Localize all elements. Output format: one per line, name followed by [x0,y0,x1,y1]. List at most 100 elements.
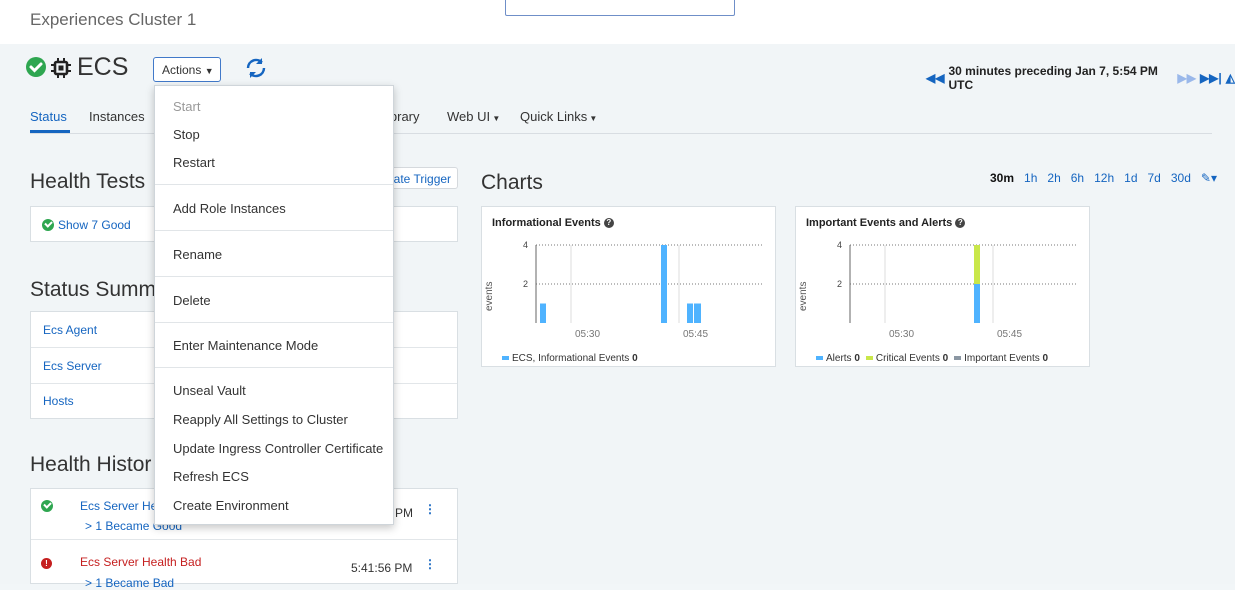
important-events-chart: Important Events and Alerts? events 2 4 05… [795,206,1090,367]
y-tick-label: 2 [523,279,528,289]
actions-dropdown-menu: Start Stop Restart Add Role Instances Re… [154,85,394,525]
range-1d[interactable]: 1d [1124,171,1137,185]
range-30m[interactable]: 30m [990,171,1014,185]
legend-swatch [816,356,823,360]
active-tab-indicator [30,130,70,133]
chart-bar[interactable] [540,303,546,324]
chart-time-ranges: 30m 1h 2h 6h 12h 1d 7d 30d ✎▾ [990,171,1217,185]
menu-item-update-ingress-controller-certificate[interactable]: Update Ingress Controller Certificate [173,441,383,456]
menu-item-delete[interactable]: Delete [173,293,211,308]
legend-item-important: Important Events 0 [954,353,1048,364]
forward-icon[interactable]: ▶▶ [1177,71,1195,85]
show-good-label: Show 7 Good [58,218,131,232]
legend-item-critical: Critical Events 0 [865,353,949,364]
history-row-title[interactable]: Ecs Server Health Bad [80,555,201,569]
legend-label: Important Events [964,353,1040,364]
chart-bar[interactable] [974,284,980,323]
check-icon [42,219,54,231]
menu-item-start[interactable]: Start [173,99,200,114]
menu-item-stop[interactable]: Stop [173,127,200,142]
x-tick-label: 05:30 [575,329,600,340]
top-bar: Experiences Cluster 1 [0,0,1235,44]
x-tick-label: 05:30 [889,329,914,340]
chart-legend: Alerts 0 Critical Events 0 Important Eve… [816,353,1048,364]
legend-item-alerts: Alerts 0 [816,353,860,364]
menu-item-enter-maintenance-mode[interactable]: Enter Maintenance Mode [173,338,318,353]
tab-quick-links-label: Quick Links [520,109,588,124]
range-12h[interactable]: 12h [1094,171,1114,185]
history-row [41,499,57,513]
top-search-input[interactable] [505,0,735,16]
chevron-down-icon: ▼ [587,114,598,123]
menu-divider [155,276,393,277]
check-icon [41,500,53,512]
chart-bar[interactable] [974,245,980,284]
more-options-icon[interactable]: ⋮ [424,557,436,571]
legend-label: ECS, Informational Events [512,353,630,364]
chip-icon [51,58,71,78]
refresh-icon[interactable] [244,56,268,80]
menu-item-rename[interactable]: Rename [173,247,222,262]
range-2h[interactable]: 2h [1047,171,1060,185]
history-row-detail[interactable]: > 1 Became Bad [85,576,174,590]
chart-bar[interactable] [687,303,693,324]
tab-status[interactable]: Status [30,109,67,124]
menu-divider [155,322,393,323]
rewind-icon[interactable]: ◀◀ [926,71,944,85]
chevron-down-icon: ▼ [204,66,214,76]
chart-view-icon[interactable]: ◭ [1226,71,1235,85]
range-7d[interactable]: 7d [1148,171,1161,185]
chart-legend: ECS, Informational Events 0 [502,353,638,364]
service-name: ECS [77,53,129,81]
time-range-bar: ◀◀ 30 minutes preceding Jan 7, 5:54 PM U… [926,64,1235,92]
legend-value: 0 [1042,353,1049,364]
y-tick-label: 4 [837,240,842,250]
actions-label: Actions [162,63,202,77]
history-row-title[interactable]: Ecs Server He [80,499,157,513]
range-6h[interactable]: 6h [1071,171,1084,185]
status-summary-item-ecs-agent[interactable]: Ecs Agent [43,323,97,337]
menu-item-restart[interactable]: Restart [173,155,215,170]
x-tick-label: 05:45 [683,329,708,340]
actions-button[interactable]: Actions ▼ [153,57,221,82]
legend-swatch [865,356,873,360]
legend-swatch [502,356,509,360]
tab-web-ui-label: Web UI [447,109,491,124]
range-30d[interactable]: 30d [1171,171,1191,185]
menu-divider [155,230,393,231]
legend-value: 0 [854,353,860,364]
important-events-plot: 2 4 05:30 05:45 [837,240,1077,340]
menu-divider [155,367,393,368]
health-tests-title: Health Tests [30,170,146,193]
tab-instances[interactable]: Instances [89,109,145,124]
status-summary-item-hosts[interactable]: Hosts [43,394,74,408]
tab-quick-links[interactable]: Quick Links ▼ [520,109,597,124]
range-1h[interactable]: 1h [1024,171,1037,185]
charts-title: Charts [481,171,543,194]
status-summary-item-ecs-server[interactable]: Ecs Server [43,359,102,373]
menu-divider [155,184,393,185]
edit-pencil-icon[interactable]: ✎▾ [1201,171,1217,185]
cluster-title: Experiences Cluster 1 [30,10,197,29]
menu-item-refresh-ecs[interactable]: Refresh ECS [173,469,249,484]
menu-item-add-role-instances[interactable]: Add Role Instances [173,201,286,216]
alert-icon: ! [41,558,52,569]
chart-bar[interactable] [661,245,667,323]
y-tick-label: 4 [523,240,528,250]
menu-item-unseal-vault[interactable]: Unseal Vault [173,383,246,398]
chart-bar[interactable] [694,303,701,324]
tab-web-ui[interactable]: Web UI ▼ [447,109,500,124]
status-ok-icon [26,57,46,77]
time-range-label: 30 minutes preceding Jan 7, 5:54 PM UTC [948,64,1158,92]
more-options-icon[interactable]: ⋮ [424,502,436,516]
history-row-time: PM [395,506,413,520]
show-good-link[interactable]: Show 7 Good [42,218,131,232]
legend-swatch [954,356,962,360]
x-tick-label: 05:45 [997,329,1022,340]
jump-to-now-icon[interactable]: ▶▶| [1200,71,1222,85]
legend-value: 0 [942,353,949,364]
menu-item-reapply-all-settings[interactable]: Reapply All Settings to Cluster [173,412,348,427]
menu-item-create-environment[interactable]: Create Environment [173,498,289,513]
health-history-title: Health Histor [30,453,152,476]
legend-label: Alerts [826,353,852,364]
